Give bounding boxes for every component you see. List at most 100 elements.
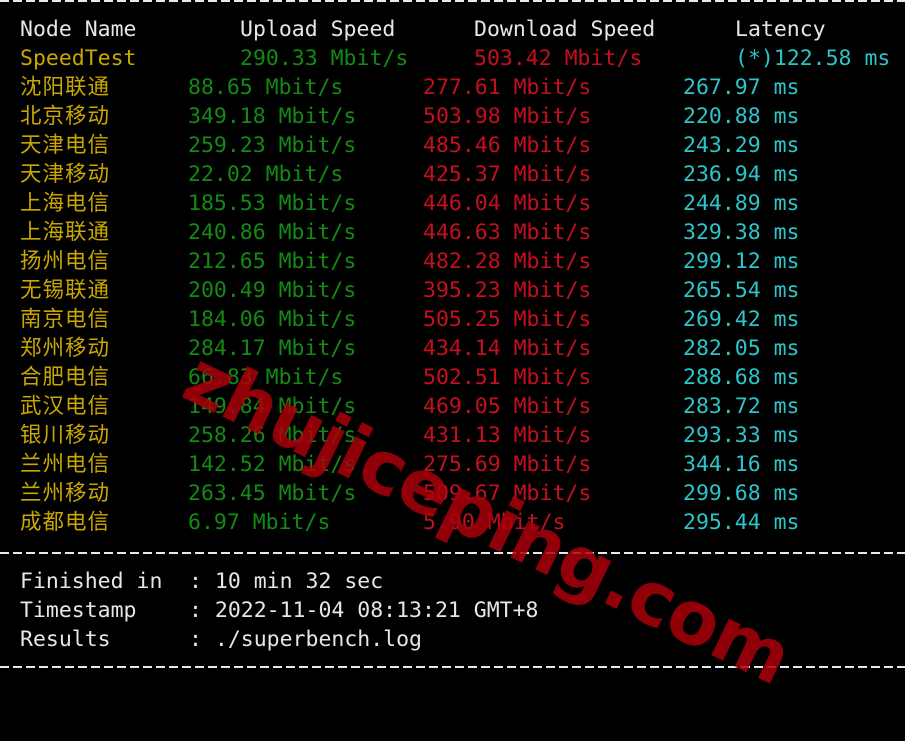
- latency: 265.54 ms: [683, 278, 800, 303]
- separator-middle: [0, 552, 905, 554]
- download-speed: 275.69 Mbit/s: [423, 452, 592, 477]
- download-speed: 425.37 Mbit/s: [423, 162, 592, 187]
- node-name: 兰州电信: [20, 452, 111, 477]
- latency: 220.88 ms: [683, 104, 800, 129]
- table-header: Node Name Upload Speed Download Speed La…: [0, 15, 905, 44]
- timestamp-value: : 2022-11-04 08:13:21 GMT+8: [189, 598, 539, 623]
- upload-speed: 290.33 Mbit/s: [240, 46, 409, 71]
- table-row: 南京电信 184.06 Mbit/s 505.25 Mbit/s 269.42 ms: [0, 305, 905, 334]
- table-row: 合肥电信 66.83 Mbit/s 502.51 Mbit/s 288.68 ms: [0, 363, 905, 392]
- download-speed: 505.25 Mbit/s: [423, 307, 592, 332]
- download-speed: 502.51 Mbit/s: [423, 365, 592, 390]
- summary-results: Results : ./superbench.log: [0, 625, 905, 654]
- table-row: 扬州电信 212.65 Mbit/s 482.28 Mbit/s 299.12 ms: [0, 247, 905, 276]
- node-name: 银川移动: [20, 423, 111, 448]
- upload-speed: 240.86 Mbit/s: [188, 220, 357, 245]
- download-speed: 277.61 Mbit/s: [423, 75, 592, 100]
- table-row: 郑州移动 284.17 Mbit/s 434.14 Mbit/s 282.05 ms: [0, 334, 905, 363]
- table-row: 兰州电信 142.52 Mbit/s 275.69 Mbit/s 344.16 ms: [0, 450, 905, 479]
- node-name: 无锡联通: [20, 278, 111, 303]
- upload-speed: 263.45 Mbit/s: [188, 481, 357, 506]
- separator-bottom: [0, 666, 905, 668]
- upload-speed: 259.23 Mbit/s: [188, 133, 357, 158]
- upload-speed: 184.06 Mbit/s: [188, 307, 357, 332]
- upload-speed: 6.97 Mbit/s: [188, 510, 331, 535]
- latency: 244.89 ms: [683, 191, 800, 216]
- node-name: 郑州移动: [20, 336, 111, 361]
- download-speed: 446.04 Mbit/s: [423, 191, 592, 216]
- node-name: 北京移动: [20, 104, 111, 129]
- upload-speed: 88.65 Mbit/s: [188, 75, 344, 100]
- results-label: Results: [20, 627, 111, 652]
- header-node-name: Node Name: [20, 17, 137, 42]
- download-speed: 485.46 Mbit/s: [423, 133, 592, 158]
- table-row: 上海电信 185.53 Mbit/s 446.04 Mbit/s 244.89 ms: [0, 189, 905, 218]
- upload-speed: 185.53 Mbit/s: [188, 191, 357, 216]
- upload-speed: 66.83 Mbit/s: [188, 365, 344, 390]
- download-speed: 446.63 Mbit/s: [423, 220, 592, 245]
- header-upload-speed: Upload Speed: [240, 17, 396, 42]
- latency: (*)122.58 ms: [735, 46, 891, 71]
- latency: 299.68 ms: [683, 481, 800, 506]
- terminal-window: Node Name Upload Speed Download Speed La…: [0, 0, 905, 702]
- upload-speed: 258.26 Mbit/s: [188, 423, 357, 448]
- node-name: 南京电信: [20, 307, 111, 332]
- results-value: : ./superbench.log: [189, 627, 422, 652]
- node-name: 沈阳联通: [20, 75, 111, 100]
- node-name: 天津移动: [20, 162, 111, 187]
- download-speed: 503.98 Mbit/s: [423, 104, 592, 129]
- node-name: 武汉电信: [20, 394, 111, 419]
- table-row: 上海联通 240.86 Mbit/s 446.63 Mbit/s 329.38 ms: [0, 218, 905, 247]
- upload-speed: 284.17 Mbit/s: [188, 336, 357, 361]
- finished-value: : 10 min 32 sec: [189, 569, 384, 594]
- latency: 267.97 ms: [683, 75, 800, 100]
- download-speed: 509.67 Mbit/s: [423, 481, 592, 506]
- download-speed: 482.28 Mbit/s: [423, 249, 592, 274]
- download-speed: 469.05 Mbit/s: [423, 394, 592, 419]
- node-name: 上海电信: [20, 191, 111, 216]
- latency: 269.42 ms: [683, 307, 800, 332]
- table-row: 北京移动 349.18 Mbit/s 503.98 Mbit/s 220.88 ms: [0, 102, 905, 131]
- summary-timestamp: Timestamp : 2022-11-04 08:13:21 GMT+8: [0, 596, 905, 625]
- table-row: 天津移动 22.02 Mbit/s 425.37 Mbit/s 236.94 ms: [0, 160, 905, 189]
- latency: 299.12 ms: [683, 249, 800, 274]
- upload-speed: 149.84 Mbit/s: [188, 394, 357, 419]
- latency: 295.44 ms: [683, 510, 800, 535]
- latency: 288.68 ms: [683, 365, 800, 390]
- latency: 344.16 ms: [683, 452, 800, 477]
- table-row: 武汉电信 149.84 Mbit/s 469.05 Mbit/s 283.72 ms: [0, 392, 905, 421]
- download-speed: 503.42 Mbit/s: [474, 46, 643, 71]
- download-speed: 395.23 Mbit/s: [423, 278, 592, 303]
- table-row: 成都电信 6.97 Mbit/s 5.90 Mbit/s 295.44 ms: [0, 508, 905, 537]
- header-latency: Latency: [735, 17, 826, 42]
- header-download-speed: Download Speed: [474, 17, 656, 42]
- separator-top: [0, 0, 905, 2]
- download-speed: 5.90 Mbit/s: [423, 510, 566, 535]
- download-speed: 434.14 Mbit/s: [423, 336, 592, 361]
- table-row: 沈阳联通 88.65 Mbit/s 277.61 Mbit/s 267.97 ms: [0, 73, 905, 102]
- upload-speed: 22.02 Mbit/s: [188, 162, 344, 187]
- latency: 283.72 ms: [683, 394, 800, 419]
- table-row: 兰州移动 263.45 Mbit/s 509.67 Mbit/s 299.68 ms: [0, 479, 905, 508]
- table-row: 天津电信 259.23 Mbit/s 485.46 Mbit/s 243.29 ms: [0, 131, 905, 160]
- latency: 282.05 ms: [683, 336, 800, 361]
- timestamp-label: Timestamp: [20, 598, 137, 623]
- upload-speed: 200.49 Mbit/s: [188, 278, 357, 303]
- node-name: SpeedTest: [20, 46, 137, 71]
- table-row: 无锡联通 200.49 Mbit/s 395.23 Mbit/s 265.54 ms: [0, 276, 905, 305]
- latency: 236.94 ms: [683, 162, 800, 187]
- summary-finished: Finished in : 10 min 32 sec: [0, 567, 905, 596]
- upload-speed: 349.18 Mbit/s: [188, 104, 357, 129]
- latency: 243.29 ms: [683, 133, 800, 158]
- latency: 329.38 ms: [683, 220, 800, 245]
- node-name: 天津电信: [20, 133, 111, 158]
- finished-label: Finished in: [20, 569, 163, 594]
- node-name: 成都电信: [20, 510, 111, 535]
- speedtest-row: SpeedTest 290.33 Mbit/s 503.42 Mbit/s (*…: [0, 44, 905, 73]
- node-name: 兰州移动: [20, 481, 111, 506]
- upload-speed: 212.65 Mbit/s: [188, 249, 357, 274]
- latency: 293.33 ms: [683, 423, 800, 448]
- table-row: 银川移动 258.26 Mbit/s 431.13 Mbit/s 293.33 ms: [0, 421, 905, 450]
- node-name: 上海联通: [20, 220, 111, 245]
- download-speed: 431.13 Mbit/s: [423, 423, 592, 448]
